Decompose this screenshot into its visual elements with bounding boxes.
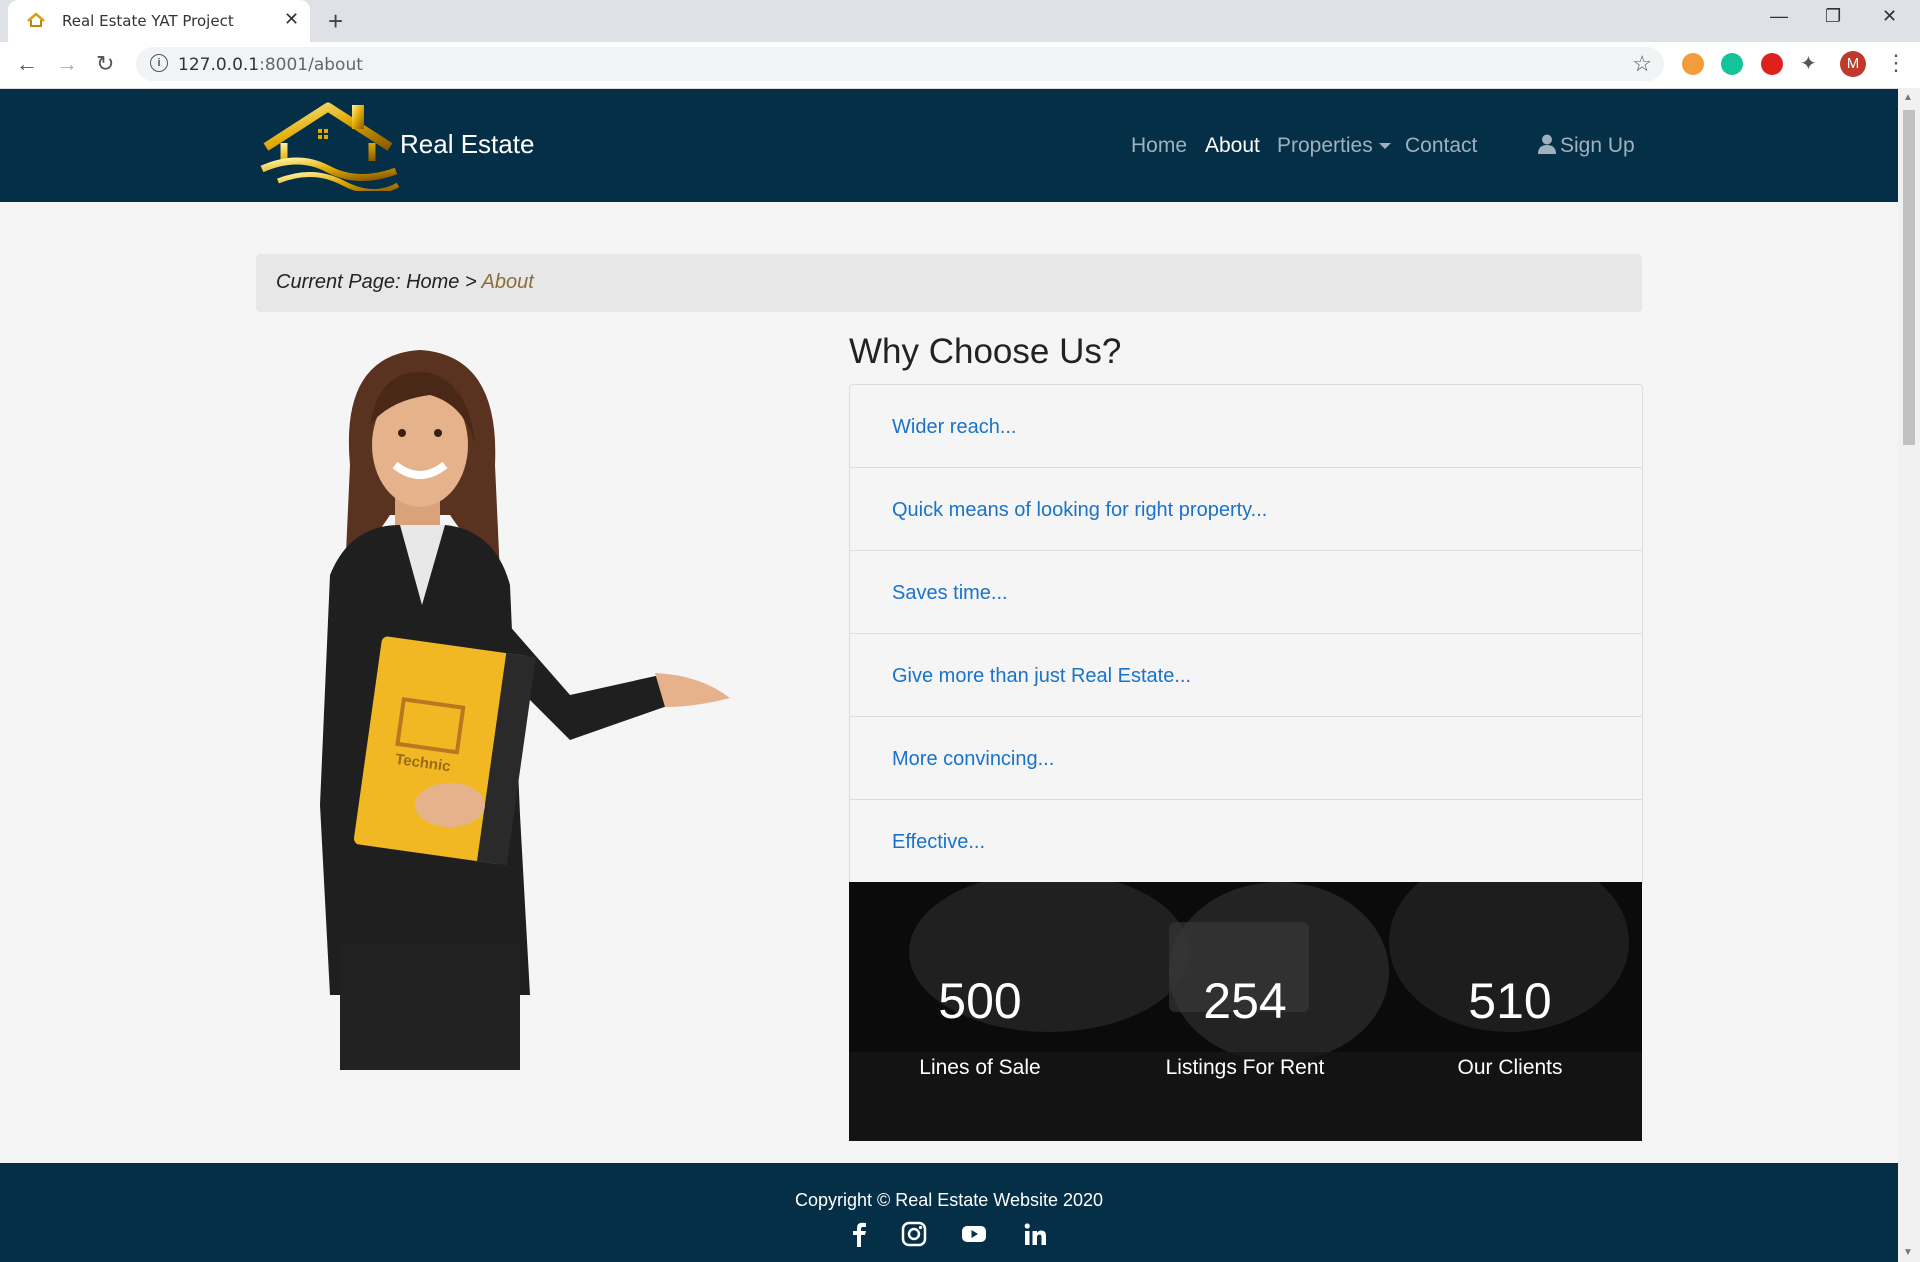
nav-properties-dropdown[interactable]: Properties: [1277, 134, 1391, 158]
puzzle-extensions-icon[interactable]: ✦: [1800, 51, 1822, 75]
house-logo-icon[interactable]: [258, 99, 400, 191]
reload-icon[interactable]: ↻: [96, 51, 114, 77]
list-item[interactable]: Wider reach...: [850, 385, 1642, 468]
user-icon: [1538, 134, 1556, 154]
list-item[interactable]: Quick means of looking for right propert…: [850, 468, 1642, 551]
stat-rentals: 254 Listings For Rent: [1125, 972, 1365, 1080]
breadcrumb: Current Page: Home > About: [256, 254, 1642, 312]
list-item-link[interactable]: Effective...: [892, 831, 985, 854]
tab-title: Real Estate YAT Project: [62, 12, 234, 30]
why-choose-us-list: Wider reach... Quick means of looking fo…: [849, 384, 1643, 884]
extension-icon[interactable]: [1682, 53, 1704, 75]
stat-sales: 500 Lines of Sale: [860, 972, 1100, 1080]
nav-home[interactable]: Home: [1131, 134, 1187, 158]
stat-value: 510: [1468, 973, 1552, 1029]
stat-value: 254: [1203, 973, 1287, 1029]
instagram-icon[interactable]: [901, 1221, 927, 1247]
youtube-icon[interactable]: [961, 1221, 987, 1247]
url-text: 127.0.0.1:8001/about: [178, 55, 363, 75]
stat-label: Our Clients: [1457, 1056, 1563, 1079]
new-tab-icon[interactable]: +: [328, 6, 343, 37]
bookmark-star-icon[interactable]: ☆: [1632, 51, 1652, 77]
close-window-icon[interactable]: ✕: [1882, 6, 1897, 27]
linkedin-icon[interactable]: [1022, 1221, 1048, 1247]
breadcrumb-current: About: [481, 271, 534, 293]
breadcrumb-home-link[interactable]: Home: [406, 271, 459, 293]
page-scrollbar[interactable]: ▲ ▼: [1898, 88, 1920, 1262]
stats-panel: 500 Lines of Sale 254 Listings For Rent …: [849, 882, 1642, 1141]
profile-avatar[interactable]: M: [1840, 51, 1866, 77]
browser-tabstrip: Real Estate YAT Project ✕ + — ❐ ✕: [0, 0, 1920, 42]
stat-value: 500: [938, 973, 1022, 1029]
browser-toolbar: ← → ↻ i 127.0.0.1:8001/about ☆ ✦ M ⋮: [0, 42, 1920, 89]
breadcrumb-text: Current Page: Home > About: [276, 271, 534, 293]
scroll-down-icon[interactable]: ▼: [1903, 1247, 1913, 1258]
minimize-icon[interactable]: —: [1770, 6, 1788, 27]
grammarly-icon[interactable]: [1721, 53, 1743, 75]
list-item-link[interactable]: Give more than just Real Estate...: [892, 665, 1191, 688]
nav-contact[interactable]: Contact: [1405, 134, 1477, 158]
list-item[interactable]: Saves time...: [850, 551, 1642, 634]
site-navbar: Real Estate Home About Properties Contac…: [0, 89, 1898, 202]
list-item-link[interactable]: Quick means of looking for right propert…: [892, 499, 1267, 522]
why-choose-us-heading: Why Choose Us?: [849, 332, 1122, 371]
stat-clients: 510 Our Clients: [1390, 972, 1630, 1080]
copyright-text: Copyright © Real Estate Website 2020: [794, 1190, 1104, 1210]
business-woman-image: Technic: [320, 350, 730, 1070]
back-icon[interactable]: ←: [16, 51, 38, 77]
site-footer: Copyright © Real Estate Website 2020: [0, 1163, 1898, 1262]
list-item-link[interactable]: Wider reach...: [892, 416, 1016, 439]
stat-label: Lines of Sale: [919, 1056, 1041, 1079]
brand-name[interactable]: Real Estate: [400, 129, 534, 160]
list-item[interactable]: Give more than just Real Estate...: [850, 634, 1642, 717]
list-item[interactable]: Effective...: [850, 800, 1642, 883]
scroll-up-icon[interactable]: ▲: [1903, 92, 1913, 103]
facebook-icon[interactable]: [846, 1221, 872, 1247]
chevron-down-icon: [1378, 143, 1391, 150]
nav-signup[interactable]: Sign Up: [1538, 134, 1635, 158]
list-item-link[interactable]: Saves time...: [892, 582, 1008, 605]
info-icon[interactable]: i: [150, 54, 168, 72]
list-item[interactable]: More convincing...: [850, 717, 1642, 800]
list-item-link[interactable]: More convincing...: [892, 748, 1054, 771]
address-bar[interactable]: i 127.0.0.1:8001/about ☆: [136, 47, 1664, 81]
nav-about[interactable]: About: [1205, 134, 1260, 158]
adblock-icon[interactable]: [1761, 53, 1783, 75]
restore-icon[interactable]: ❐: [1825, 6, 1841, 27]
browser-tab[interactable]: Real Estate YAT Project ✕: [8, 0, 310, 42]
forward-icon[interactable]: →: [56, 51, 78, 77]
menu-kebab-icon[interactable]: ⋮: [1885, 50, 1907, 76]
house-favicon-icon: [27, 12, 45, 27]
tab-close-icon[interactable]: ✕: [284, 9, 299, 30]
stat-label: Listings For Rent: [1165, 1056, 1325, 1079]
scrollbar-thumb[interactable]: [1903, 110, 1915, 445]
